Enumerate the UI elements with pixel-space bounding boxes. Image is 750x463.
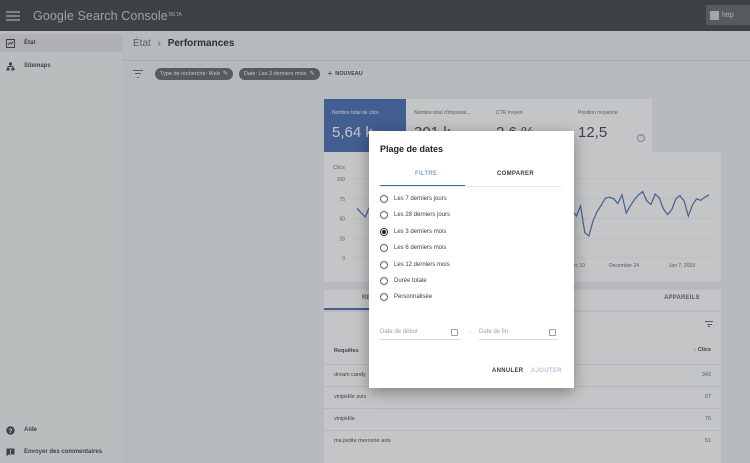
- tab-filter[interactable]: FILTRE: [415, 171, 437, 177]
- radio-button[interactable]: [380, 261, 388, 269]
- radio-button[interactable]: [380, 244, 388, 252]
- option-last-3-months[interactable]: Les 3 derniers mois: [380, 227, 446, 237]
- start-date-placeholder: Date de début: [380, 329, 418, 335]
- option-label: Les 12 derniers mois: [394, 262, 450, 268]
- apply-button[interactable]: AJOUTER: [531, 368, 562, 374]
- end-date-field[interactable]: Date de fin: [479, 327, 558, 340]
- option-label: Durée totale: [394, 278, 427, 284]
- radio-button[interactable]: [380, 293, 388, 301]
- calendar-icon[interactable]: [451, 329, 458, 336]
- option-last-28-days[interactable]: Les 28 derniers jours: [380, 210, 450, 220]
- date-range-dialog: Plage de dates FILTRE COMPARER Les 7 der…: [369, 131, 574, 388]
- date-separator: -: [469, 329, 471, 335]
- option-label: Les 6 derniers mois: [394, 245, 447, 251]
- option-full-duration[interactable]: Durée totale: [380, 276, 427, 286]
- cancel-button[interactable]: ANNULER: [492, 368, 523, 374]
- calendar-icon[interactable]: [549, 329, 556, 336]
- radio-button[interactable]: [380, 195, 388, 203]
- dialog-title: Plage de dates: [380, 144, 444, 154]
- end-date-placeholder: Date de fin: [479, 329, 509, 335]
- option-label: Les 28 derniers jours: [394, 212, 451, 218]
- radio-button[interactable]: [380, 277, 388, 285]
- option-last-6-months[interactable]: Les 6 derniers mois: [380, 243, 446, 253]
- start-date-field[interactable]: Date de début: [380, 327, 460, 340]
- tab-compare[interactable]: COMPARER: [497, 171, 534, 177]
- radio-button[interactable]: [380, 211, 388, 219]
- radio-button-selected[interactable]: [380, 228, 388, 236]
- active-tab-indicator: [380, 185, 465, 186]
- tab-divider: [380, 186, 563, 187]
- option-label: Les 7 derniers jours: [394, 196, 447, 202]
- option-label: Les 3 derniers mois: [394, 229, 447, 235]
- option-last-7-days[interactable]: Les 7 derniers jours: [380, 194, 447, 204]
- option-label: Personnalisée: [394, 294, 433, 300]
- option-custom[interactable]: Personnalisée: [380, 292, 432, 302]
- option-last-12-months[interactable]: Les 12 derniers mois: [380, 260, 450, 270]
